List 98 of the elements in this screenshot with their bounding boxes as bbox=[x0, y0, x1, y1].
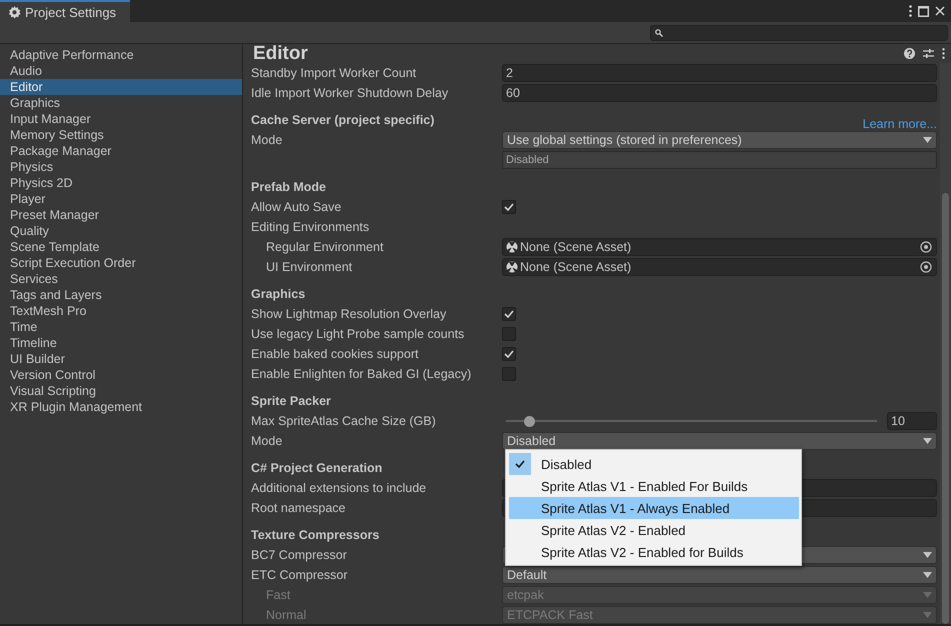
sidebar-item[interactable]: Adaptive Performance bbox=[0, 47, 242, 63]
object-field[interactable]: None (Scene Asset) bbox=[502, 238, 937, 256]
field-label: Fast bbox=[265, 588, 292, 602]
menu-item[interactable]: Disabled bbox=[509, 453, 799, 475]
dropdown[interactable]: Use global settings (stored in preferences) bbox=[502, 131, 937, 149]
sidebar-item[interactable]: UI Builder bbox=[0, 351, 242, 367]
sidebar-item[interactable]: Timeline bbox=[0, 335, 242, 351]
sidebar-item[interactable]: Graphics bbox=[0, 95, 242, 111]
number-field[interactable]: 2 bbox=[502, 64, 937, 82]
checkmark-icon bbox=[504, 350, 514, 358]
checkbox[interactable] bbox=[502, 327, 516, 341]
checkbox[interactable] bbox=[502, 200, 516, 214]
checkmark-icon bbox=[504, 203, 514, 211]
status-field: Disabled bbox=[502, 151, 937, 169]
checkmark-icon bbox=[504, 310, 514, 318]
sliders-icon[interactable] bbox=[923, 48, 934, 59]
gear-icon bbox=[8, 6, 21, 18]
object-field[interactable]: None (Scene Asset) bbox=[502, 258, 937, 276]
object-picker-icon[interactable] bbox=[920, 241, 932, 253]
sidebar-item[interactable]: Script Execution Order bbox=[0, 255, 242, 271]
sidebar-item[interactable]: XR Plugin Management bbox=[0, 399, 242, 415]
more-options-icon[interactable] bbox=[909, 5, 912, 17]
field-label: Enable baked cookies support bbox=[251, 347, 420, 361]
menu-item[interactable]: Sprite Atlas V2 - Enabled for Builds bbox=[509, 541, 799, 563]
sidebar-item[interactable]: Time bbox=[0, 319, 242, 335]
object-value: None (Scene Asset) bbox=[520, 240, 632, 254]
object-value: None (Scene Asset) bbox=[520, 260, 632, 274]
checkbox[interactable] bbox=[502, 367, 516, 381]
scrollbar[interactable] bbox=[940, 63, 951, 624]
field-label: Editing Environments bbox=[251, 220, 370, 234]
search-field[interactable] bbox=[650, 24, 948, 40]
sidebar-item[interactable]: Tags and Layers bbox=[0, 287, 242, 303]
field-label: Additional extensions to include bbox=[251, 481, 428, 495]
field-label: ETC Compressor bbox=[251, 568, 349, 582]
field-label: Regular Environment bbox=[265, 240, 384, 254]
search-icon bbox=[655, 28, 663, 36]
dropdown-arrow-icon bbox=[923, 612, 932, 618]
sidebar-item[interactable]: Memory Settings bbox=[0, 127, 242, 143]
field-label: Mode bbox=[251, 434, 284, 448]
field-label: Use legacy Light Probe sample counts bbox=[251, 327, 466, 341]
field-label: Enable Enlighten for Baked GI (Legacy) bbox=[251, 367, 472, 381]
sidebar-item[interactable]: Version Control bbox=[0, 367, 242, 383]
panel-title: Editor bbox=[253, 42, 308, 64]
sidebar-item[interactable]: Preset Manager bbox=[0, 207, 242, 223]
checkmark-icon bbox=[515, 460, 525, 468]
section-header: Cache Server (project specific) bbox=[251, 113, 434, 127]
dropdown[interactable]: Disabled bbox=[502, 432, 937, 450]
field-label: Standby Import Worker Count bbox=[251, 66, 418, 80]
sidebar-item[interactable]: Physics 2D bbox=[0, 175, 242, 191]
dropdown-arrow-icon bbox=[923, 572, 932, 578]
section-header: Texture Compressors bbox=[251, 528, 380, 542]
checkbox[interactable] bbox=[502, 307, 516, 321]
section-header: Sprite Packer bbox=[251, 394, 331, 408]
help-icon[interactable] bbox=[904, 48, 915, 59]
dropdown-arrow-icon bbox=[923, 137, 932, 143]
dropdown-arrow-icon bbox=[923, 552, 932, 558]
sidebar-item[interactable]: Player bbox=[0, 191, 242, 207]
slider-thumb[interactable] bbox=[524, 416, 536, 426]
number-field[interactable]: 10 bbox=[887, 412, 937, 430]
window-tab[interactable]: Project Settings bbox=[0, 0, 130, 22]
sidebar-item[interactable]: Visual Scripting bbox=[0, 383, 242, 399]
sidebar-item[interactable]: Scene Template bbox=[0, 239, 242, 255]
dropdown[interactable]: Default bbox=[502, 566, 937, 584]
sidebar-item[interactable]: Quality bbox=[0, 223, 242, 239]
field-label: Root namespace bbox=[251, 501, 347, 515]
sidebar-item[interactable]: Editor bbox=[0, 79, 242, 95]
section-header: Graphics bbox=[251, 287, 306, 301]
sidebar-item[interactable]: Services bbox=[0, 271, 242, 287]
close-icon[interactable] bbox=[935, 6, 945, 16]
checkbox[interactable] bbox=[502, 347, 516, 361]
sidebar-item[interactable]: Physics bbox=[0, 159, 242, 175]
object-picker-icon[interactable] bbox=[920, 261, 932, 273]
field-label: Idle Import Worker Shutdown Delay bbox=[251, 86, 450, 100]
dropdown-arrow-icon bbox=[923, 592, 932, 598]
more-options-icon[interactable] bbox=[942, 48, 945, 59]
field-label: BC7 Compressor bbox=[251, 548, 348, 562]
number-field[interactable]: 60 bbox=[502, 84, 937, 102]
field-label: UI Environment bbox=[265, 260, 354, 274]
menu-item[interactable]: Sprite Atlas V1 - Always Enabled bbox=[509, 497, 799, 519]
learn-more-link[interactable]: Learn more... bbox=[862, 116, 937, 130]
sidebar-item[interactable]: Input Manager bbox=[0, 111, 242, 127]
field-label: Allow Auto Save bbox=[251, 200, 342, 214]
maximize-icon[interactable] bbox=[918, 6, 929, 16]
field-label: Mode bbox=[251, 133, 284, 147]
scene-asset-icon bbox=[506, 261, 518, 273]
section-header: Prefab Mode bbox=[251, 180, 326, 194]
sidebar-item[interactable]: Audio bbox=[0, 63, 242, 79]
sidebar-item[interactable]: TextMesh Pro bbox=[0, 303, 242, 319]
sidebar-item[interactable]: Package Manager bbox=[0, 143, 242, 159]
menu-item[interactable]: Sprite Atlas V1 - Enabled For Builds bbox=[509, 475, 799, 497]
dropdown-arrow-icon bbox=[923, 438, 932, 444]
window-title: Project Settings bbox=[25, 4, 116, 20]
field-label: Normal bbox=[265, 608, 308, 622]
scene-asset-icon bbox=[506, 241, 518, 253]
field-label: Show Lightmap Resolution Overlay bbox=[251, 307, 448, 321]
menu-item[interactable]: Sprite Atlas V2 - Enabled bbox=[509, 519, 799, 541]
field-label: Max SpriteAtlas Cache Size (GB) bbox=[251, 414, 437, 428]
section-header: C# Project Generation bbox=[251, 461, 382, 475]
